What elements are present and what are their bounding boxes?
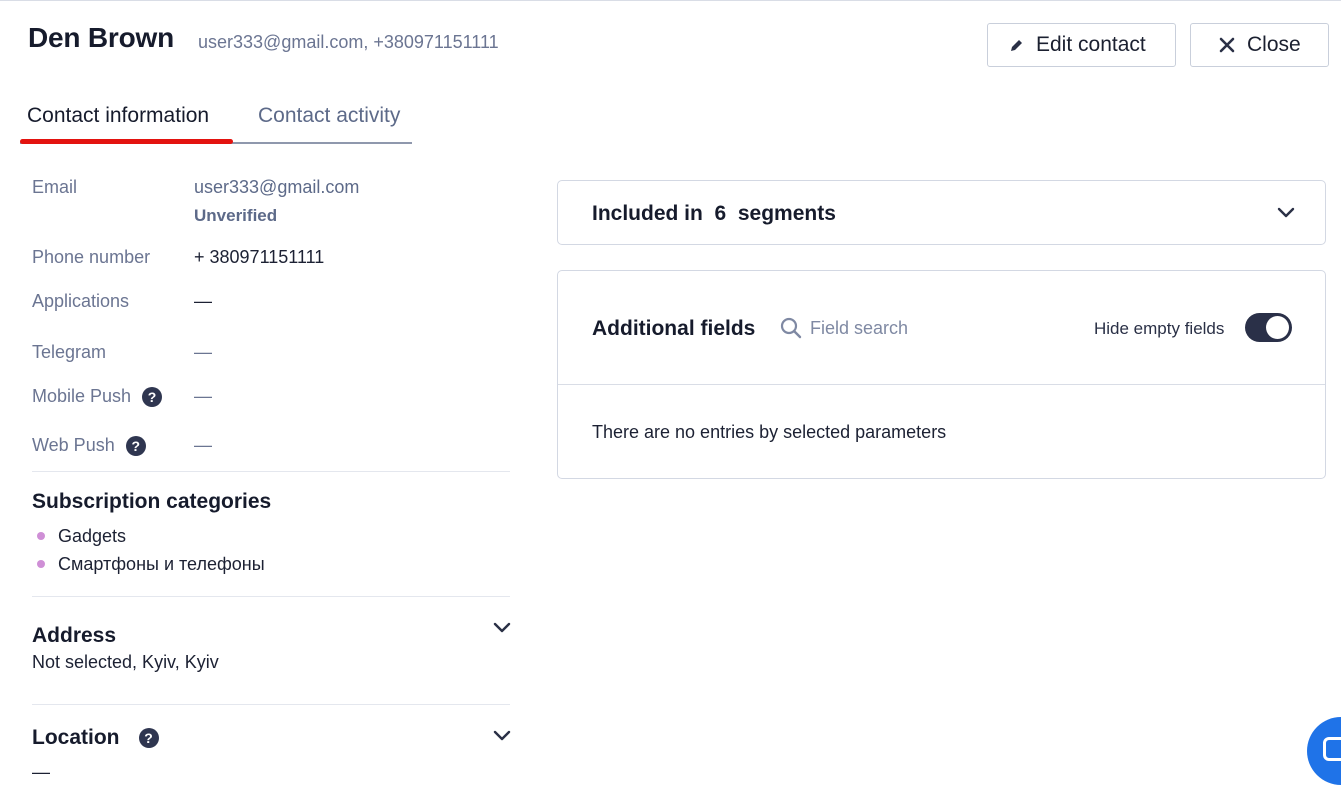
mobile-push-label: Mobile Push xyxy=(32,386,132,406)
bullet-icon xyxy=(37,560,45,568)
email-value[interactable]: user333@gmail.com xyxy=(194,177,359,198)
help-icon[interactable]: ? xyxy=(142,386,163,407)
web-push-value: — xyxy=(194,435,212,455)
tab-contact-information[interactable]: Contact information xyxy=(27,104,209,128)
divider xyxy=(32,471,510,472)
address-title: Address xyxy=(32,624,117,647)
divider xyxy=(558,384,1325,385)
divider xyxy=(32,704,510,705)
segments-count: 6 xyxy=(714,202,727,225)
active-tab-indicator xyxy=(20,139,233,144)
edit-contact-button[interactable]: Edit contact xyxy=(987,23,1176,67)
segments-prefix: Included in xyxy=(592,202,703,225)
location-row: Location ? xyxy=(32,726,159,750)
email-label: Email xyxy=(32,177,78,197)
chat-widget-button[interactable] xyxy=(1307,717,1341,785)
mobile-push-value: — xyxy=(194,386,212,406)
toggle-knob xyxy=(1266,316,1289,339)
close-icon xyxy=(1219,37,1235,53)
close-label: Close xyxy=(1247,33,1301,56)
additional-fields-title: Additional fields xyxy=(592,317,756,340)
divider xyxy=(32,596,510,597)
subscription-item: Gadgets xyxy=(58,526,127,546)
web-push-label: Web Push xyxy=(32,435,115,455)
contact-name: Den Brown xyxy=(28,22,174,53)
chevron-down-icon[interactable] xyxy=(492,620,512,634)
field-search[interactable]: Field search xyxy=(780,317,908,339)
chat-icon xyxy=(1323,737,1341,761)
segments-suffix: segments xyxy=(737,202,836,225)
mobile-push-row: Mobile Push ? xyxy=(32,386,163,407)
phone-label: Phone number xyxy=(32,247,151,267)
contact-meta: user333@gmail.com, +380971151111 xyxy=(198,32,499,52)
segments-summary: Included in 6 segments xyxy=(592,202,836,226)
email-status: Unverified xyxy=(194,206,278,225)
additional-fields-card: Additional fields Field search Hide empt… xyxy=(557,270,1326,479)
hide-empty-label: Hide empty fields xyxy=(1094,319,1225,338)
top-border xyxy=(0,0,1341,1)
telegram-value: — xyxy=(194,342,212,362)
search-icon xyxy=(780,317,802,339)
chevron-down-icon[interactable] xyxy=(1276,205,1296,219)
applications-label: Applications xyxy=(32,291,130,311)
subscription-categories-title: Subscription categories xyxy=(32,490,272,513)
bullet-icon xyxy=(37,532,45,540)
phone-value: + 380971151111 xyxy=(194,247,325,267)
tab-bar: Contact information Contact activity xyxy=(20,100,412,144)
telegram-label: Telegram xyxy=(32,342,107,362)
subscription-item: Смартфоны и телефоны xyxy=(58,554,265,574)
chevron-down-icon[interactable] xyxy=(492,728,512,742)
close-button[interactable]: Close xyxy=(1190,23,1329,67)
segments-card[interactable]: Included in 6 segments xyxy=(557,180,1326,245)
pencil-icon xyxy=(1011,40,1022,51)
tab-contact-activity[interactable]: Contact activity xyxy=(258,104,400,128)
address-value: Not selected, Kyiv, Kyiv xyxy=(32,652,219,672)
hide-empty-toggle[interactable] xyxy=(1245,313,1292,342)
edit-contact-label: Edit contact xyxy=(1036,33,1146,56)
location-value: — xyxy=(32,762,50,782)
web-push-row: Web Push ? xyxy=(32,435,146,456)
empty-message: There are no entries by selected paramet… xyxy=(592,422,947,442)
help-icon[interactable]: ? xyxy=(125,435,146,456)
field-search-input[interactable]: Field search xyxy=(810,318,908,339)
help-icon[interactable]: ? xyxy=(138,728,159,748)
location-title: Location xyxy=(32,726,120,749)
applications-value: — xyxy=(194,291,212,311)
